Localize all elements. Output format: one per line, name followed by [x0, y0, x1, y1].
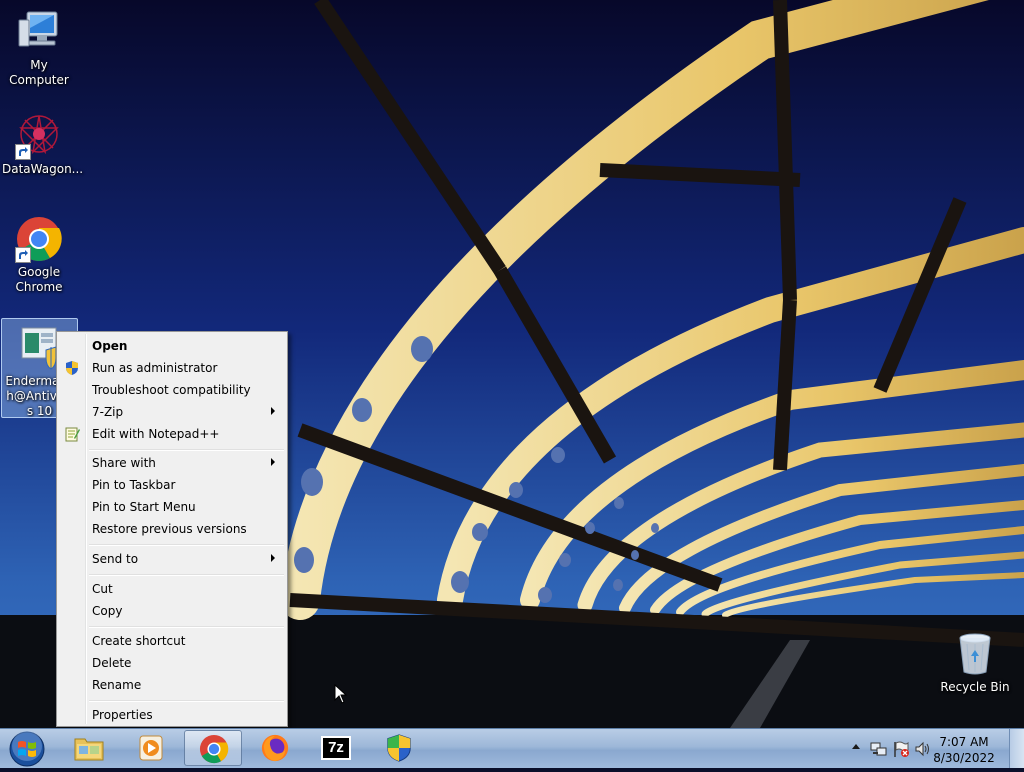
7zip-icon: 7z: [321, 736, 351, 760]
menu-separator: [89, 449, 284, 451]
menu-item-label: Share with: [92, 456, 156, 470]
show-desktop-button[interactable]: [1009, 729, 1024, 768]
media-player-icon: [139, 735, 163, 761]
action-center-flag-icon[interactable]: [892, 740, 910, 758]
clock[interactable]: 7:07 AM 8/30/2022: [928, 734, 1000, 766]
shortcut-arrow-icon: [15, 247, 31, 263]
taskbar-button-security[interactable]: [370, 730, 428, 766]
menu-item-pin-to-start-menu[interactable]: Pin to Start Menu: [59, 496, 285, 518]
menu-separator: [89, 574, 284, 576]
menu-item-label: Copy: [92, 604, 123, 618]
mouse-cursor-icon: [334, 684, 348, 704]
menu-item-share-with[interactable]: Share with: [59, 452, 285, 474]
system-tray: 7:07 AM 8/30/2022: [834, 729, 1024, 769]
desktop-icon-my-computer[interactable]: My Computer: [0, 8, 78, 88]
taskbar-button-firefox[interactable]: [246, 730, 304, 766]
menu-item-run-as-administrator[interactable]: Run as administrator: [59, 357, 285, 379]
recycle-bin-icon: [951, 630, 999, 678]
menu-item-label: Cut: [92, 582, 113, 596]
datawagon-icon: [15, 112, 63, 160]
menu-item-label: Pin to Taskbar: [92, 478, 176, 492]
desktop-icon-google-chrome[interactable]: Google Chrome: [0, 215, 78, 295]
chrome-icon: [199, 734, 229, 764]
submenu-arrow-icon: [271, 458, 275, 466]
menu-item-copy[interactable]: Copy: [59, 600, 285, 622]
menu-item-pin-to-taskbar[interactable]: Pin to Taskbar: [59, 474, 285, 496]
menu-separator: [89, 700, 284, 702]
context-menu: Open Run as administrator Troubleshoot c…: [56, 331, 288, 727]
menu-item-create-shortcut[interactable]: Create shortcut: [59, 630, 285, 652]
menu-item-troubleshoot-compatibility[interactable]: Troubleshoot compatibility: [59, 379, 285, 401]
desktop-icon-label: DataWagon...: [2, 162, 84, 176]
taskbar-button-7zip[interactable]: 7z: [308, 730, 366, 766]
menu-item-properties[interactable]: Properties: [59, 704, 285, 726]
menu-item-label: Create shortcut: [92, 634, 186, 648]
security-shield-icon: [387, 734, 411, 762]
menu-item-open[interactable]: Open: [59, 335, 285, 357]
menu-item-label: Run as administrator: [92, 361, 218, 375]
windows-explorer-icon: [74, 738, 104, 761]
menu-item-send-to[interactable]: Send to: [59, 548, 285, 570]
show-hidden-icons-chevron-icon[interactable]: [852, 744, 860, 749]
menu-item-label: Open: [92, 339, 128, 353]
menu-item-label: Troubleshoot compatibility: [92, 383, 251, 397]
menu-item-cut[interactable]: Cut: [59, 578, 285, 600]
desktop-icon-datawagon[interactable]: DataWagon...: [0, 112, 84, 177]
desktop-icon-recycle-bin[interactable]: Recycle Bin: [936, 630, 1014, 695]
taskbar-button-chrome[interactable]: [184, 730, 242, 766]
firefox-icon: [261, 734, 289, 762]
menu-item-restore-previous-versions[interactable]: Restore previous versions: [59, 518, 285, 540]
menu-item-label: Properties: [92, 708, 153, 722]
submenu-arrow-icon: [271, 407, 275, 415]
notepadpp-icon: [65, 427, 80, 442]
start-button[interactable]: [2, 729, 52, 769]
menu-item-label: Edit with Notepad++: [92, 427, 220, 441]
menu-item-edit-with-notepadpp[interactable]: Edit with Notepad++: [59, 423, 285, 445]
desktop-icon-label: Recycle Bin: [940, 680, 1010, 694]
taskbar: 7z 7:07 AM 8/30/2022: [0, 728, 1024, 768]
uac-shield-icon: [66, 361, 78, 375]
clock-time: 7:07 AM: [939, 735, 989, 749]
menu-item-7zip[interactable]: 7-Zip: [59, 401, 285, 423]
menu-item-rename[interactable]: Rename: [59, 674, 285, 696]
menu-item-label: Rename: [92, 678, 142, 692]
menu-item-label: Send to: [92, 552, 139, 566]
menu-item-label: Restore previous versions: [92, 522, 247, 536]
clock-date: 8/30/2022: [933, 751, 995, 765]
desktop-icon-label: My Computer: [9, 58, 69, 87]
taskbar-button-media-player[interactable]: [122, 730, 180, 766]
shortcut-arrow-icon: [15, 144, 31, 160]
chrome-icon: [15, 215, 63, 263]
desktop-icon-label: Google Chrome: [15, 265, 63, 294]
network-icon[interactable]: [870, 740, 888, 758]
menu-item-label: 7-Zip: [92, 405, 124, 419]
taskbar-button-explorer[interactable]: [60, 730, 118, 766]
7zip-icon-text: 7z: [328, 739, 344, 756]
menu-item-label: Delete: [92, 656, 132, 670]
menu-item-delete[interactable]: Delete: [59, 652, 285, 674]
submenu-arrow-icon: [271, 554, 275, 562]
menu-separator: [89, 544, 284, 546]
menu-item-label: Pin to Start Menu: [92, 500, 196, 514]
menu-separator: [89, 626, 284, 628]
computer-icon: [15, 8, 63, 56]
